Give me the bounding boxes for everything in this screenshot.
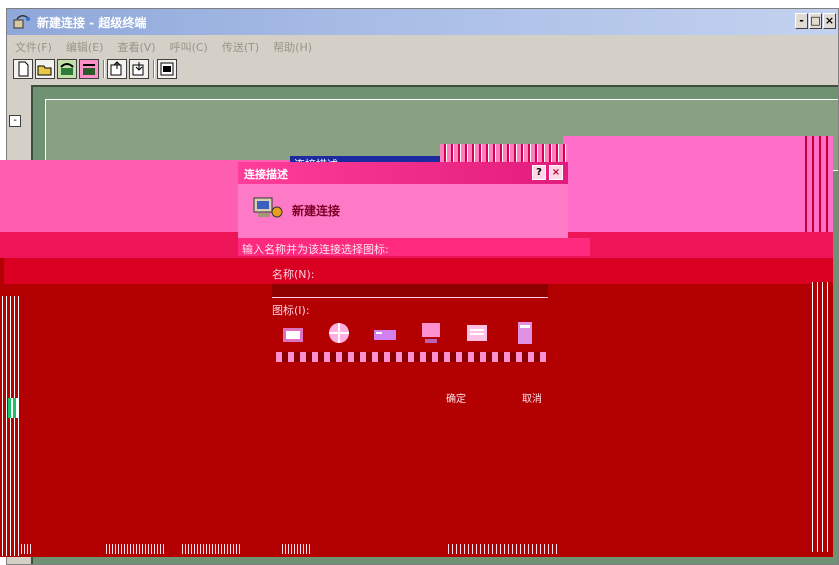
help-button[interactable]: ?	[532, 165, 546, 180]
dialog-buttons: 确定 取消	[406, 390, 596, 412]
window-controls: - □ ×	[795, 13, 836, 29]
maximize-button[interactable]: □	[809, 13, 822, 29]
menu-bar: 文件(F) 编辑(E) 查看(V) 呼叫(C) 传送(T) 帮助(H)	[7, 37, 838, 55]
status-bar	[18, 544, 818, 558]
menu-edit[interactable]: 编辑(E)	[58, 37, 110, 55]
menu-help[interactable]: 帮助(H)	[265, 37, 318, 55]
menu-file[interactable]: 文件(F)	[7, 37, 58, 55]
glitch-stripes	[2, 296, 20, 556]
glitch-stripes	[812, 282, 832, 552]
connection-description-dialog: 连接描述 连接描述 ? × 新建连接 输入名称并为该连接选择图标: 名称(N):…	[238, 144, 590, 378]
receive-icon[interactable]	[129, 59, 149, 79]
title-bar[interactable]: 新建连接 - 超级终端 - □ ×	[7, 9, 838, 35]
menu-call[interactable]: 呼叫(C)	[162, 37, 214, 55]
connection-icon	[253, 197, 283, 218]
dialog-header: 新建连接	[238, 184, 568, 238]
name-label: 名称(N):	[272, 268, 315, 281]
open-icon[interactable]	[35, 59, 55, 79]
name-input[interactable]	[272, 284, 548, 298]
window-title: 新建连接 - 超级终端	[37, 16, 147, 30]
glitch-mark	[8, 398, 18, 418]
collapse-icon[interactable]: -	[9, 115, 21, 127]
toolbar-separator	[153, 60, 155, 78]
status-segment	[282, 544, 312, 554]
dialog-title-bar[interactable]: 连接描述 ? ×	[238, 162, 568, 184]
toolbar-separator	[103, 60, 105, 78]
server-icon[interactable]	[512, 320, 538, 346]
toolbar	[11, 57, 371, 83]
icon-scrollbar[interactable]	[276, 352, 546, 362]
status-segment	[106, 544, 166, 554]
minimize-button[interactable]: -	[795, 13, 808, 29]
dialog-title: 连接描述	[244, 168, 288, 181]
modem-icon[interactable]	[372, 320, 398, 346]
status-segment	[182, 544, 242, 554]
cancel-button[interactable]: 取消	[514, 390, 550, 410]
glitch-block	[563, 136, 833, 232]
globe-icon[interactable]	[326, 320, 352, 346]
menu-transfer[interactable]: 传送(T)	[214, 37, 265, 55]
prompt-row: 输入名称并为该连接选择图标:	[238, 238, 590, 256]
icon-picker[interactable]	[276, 318, 576, 378]
glitch-stripes	[800, 136, 830, 232]
prompt-text: 输入名称并为该连接选择图标:	[242, 243, 389, 256]
new-icon[interactable]	[13, 59, 33, 79]
hyperterminal-app-icon	[13, 15, 30, 29]
connection-name: 新建连接	[292, 204, 341, 218]
computer-icon[interactable]	[418, 320, 444, 346]
terminal-icon[interactable]	[464, 320, 490, 346]
phone-icon[interactable]	[57, 59, 77, 79]
phone-icon[interactable]	[280, 320, 306, 346]
close-button[interactable]: ×	[823, 13, 836, 29]
dialog-close-button[interactable]: ×	[549, 165, 563, 180]
properties-icon[interactable]	[157, 59, 177, 79]
ok-button[interactable]: 确定	[438, 390, 474, 410]
disconnect-icon[interactable]	[79, 59, 99, 79]
status-segment	[448, 544, 558, 554]
status-segment	[18, 544, 32, 554]
send-icon[interactable]	[107, 59, 127, 79]
menu-view[interactable]: 查看(V)	[109, 37, 161, 55]
icon-label: 图标(I):	[272, 304, 310, 317]
